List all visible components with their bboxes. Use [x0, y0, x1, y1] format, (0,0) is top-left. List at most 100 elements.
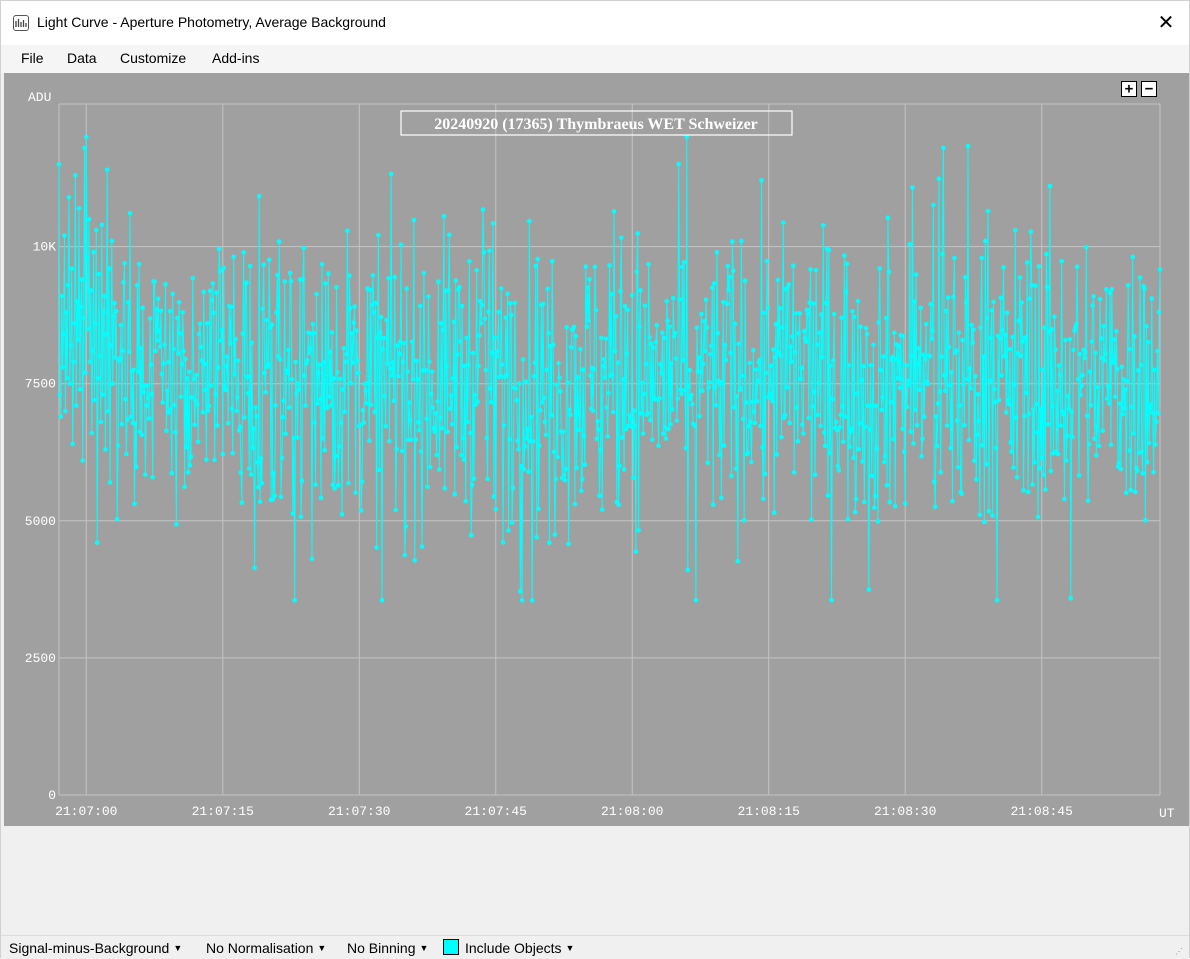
light-curve-plot[interactable]: ADU UT 0 2500 5000 7500 10K 21:07:00 21:07:15 2… [4, 73, 1189, 826]
data-point [519, 598, 525, 603]
data-point [105, 408, 111, 414]
data-point [859, 377, 864, 383]
x-tick-label: 21:08:45 [1010, 804, 1072, 819]
menu-add-ins[interactable]: Add-ins [212, 50, 259, 66]
menu-customize[interactable]: Customize [120, 50, 186, 66]
data-point [195, 439, 201, 445]
data-point [155, 296, 161, 302]
data-point [696, 355, 701, 360]
data-point [279, 455, 285, 461]
data-point [865, 403, 871, 409]
data-point [493, 506, 499, 512]
data-point [821, 430, 827, 435]
data-point [321, 359, 327, 365]
series-color-swatch[interactable] [443, 939, 459, 955]
data-point [371, 310, 377, 315]
data-point [106, 266, 112, 271]
zoom-out-button[interactable]: − [1141, 81, 1157, 97]
data-point [117, 356, 123, 361]
data-point [686, 383, 691, 389]
data-point [606, 391, 611, 396]
data-point [755, 378, 761, 384]
data-point [347, 273, 352, 278]
data-point [657, 395, 662, 401]
data-point [999, 373, 1004, 378]
normalisation-dropdown[interactable]: No Normalisation ▼ [206, 940, 326, 956]
zoom-in-button[interactable]: + [1121, 81, 1137, 97]
data-point [781, 220, 786, 225]
data-point [221, 265, 226, 271]
data-point [423, 368, 429, 373]
include-objects-dropdown[interactable]: Include Objects ▼ [465, 940, 574, 956]
data-point [214, 290, 219, 295]
menu-data[interactable]: Data [67, 50, 97, 66]
data-point [1080, 373, 1085, 378]
data-point [367, 287, 373, 293]
data-point [687, 367, 692, 373]
data-point [1044, 285, 1050, 290]
data-point [181, 348, 186, 354]
data-point [619, 235, 624, 241]
data-point [373, 300, 379, 306]
data-point [983, 238, 988, 244]
signal-mode-dropdown[interactable]: Signal-minus-Background ▼ [9, 940, 182, 956]
data-point [384, 317, 389, 323]
menu-file[interactable]: File [21, 50, 44, 66]
data-point [294, 391, 299, 396]
data-point [136, 261, 142, 267]
data-point [492, 335, 498, 340]
data-point [348, 380, 354, 386]
data-point [180, 310, 185, 315]
data-point [481, 250, 487, 255]
data-point [128, 414, 134, 420]
data-point [504, 372, 510, 378]
data-point [498, 286, 504, 291]
light-curve-chart[interactable]: ADU UT 0 2500 5000 7500 10K 21:07:00 21:07:15 2… [4, 73, 1189, 826]
data-point [1131, 431, 1136, 436]
data-point [419, 544, 425, 549]
data-point [215, 423, 220, 428]
binning-dropdown[interactable]: No Binning ▼ [347, 940, 428, 956]
data-point [934, 444, 940, 449]
data-point [693, 598, 699, 603]
data-point [127, 210, 133, 216]
data-point [484, 435, 490, 441]
chart-title-box: 20240920 (17365) Thymbraeus WET Schweize… [400, 110, 793, 136]
data-point [741, 517, 747, 523]
data-point [472, 393, 478, 398]
data-point [670, 407, 675, 412]
data-point [816, 380, 822, 386]
data-point [356, 370, 361, 376]
close-button[interactable]: ✕ [1143, 1, 1189, 45]
data-point [209, 298, 215, 303]
data-point [547, 540, 552, 546]
data-point [639, 411, 644, 416]
data-point [165, 410, 171, 415]
data-point [956, 330, 962, 335]
resize-grip-icon[interactable]: ⋰ [1175, 947, 1185, 957]
data-point [1120, 411, 1125, 417]
data-point [448, 393, 454, 398]
data-point [440, 328, 446, 333]
data-point [111, 314, 116, 319]
data-point [517, 381, 522, 386]
data-point [746, 424, 751, 429]
data-point [392, 274, 398, 280]
data-point [997, 336, 1003, 341]
data-point [624, 351, 630, 356]
data-point [981, 354, 986, 360]
data-point [307, 346, 313, 352]
data-point [430, 405, 436, 411]
data-point [229, 406, 235, 412]
data-point [283, 431, 288, 437]
data-point [551, 449, 557, 455]
data-point [361, 420, 367, 426]
data-point [554, 382, 559, 387]
data-point [63, 408, 68, 414]
data-point [370, 273, 376, 278]
data-point [842, 253, 847, 258]
data-point [604, 405, 610, 410]
data-point [515, 438, 520, 444]
data-point [591, 366, 597, 372]
data-point [114, 516, 120, 522]
